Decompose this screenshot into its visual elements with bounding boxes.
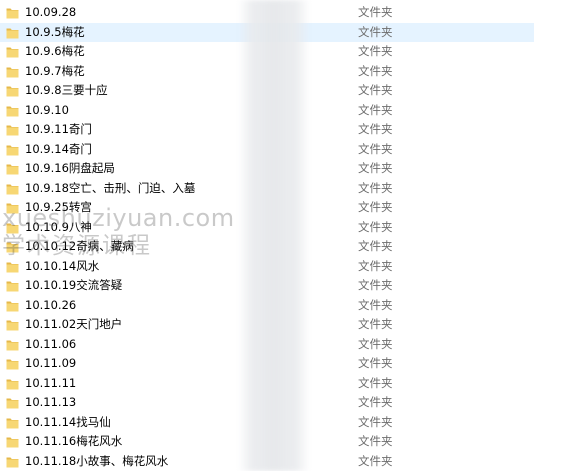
blurred-column-region <box>238 0 310 471</box>
folder-icon <box>6 125 19 136</box>
folder-name: 10.9.18空亡、击刑、门迫、入墓 <box>25 180 196 195</box>
folder-type: 文件夹 <box>358 297 393 312</box>
folder-type: 文件夹 <box>358 24 393 39</box>
folder-type: 文件夹 <box>358 219 393 234</box>
folder-name: 10.9.25转宫 <box>25 200 92 214</box>
folder-name: 10.10.12奇病、藏病 <box>25 239 134 253</box>
folder-name: 10.9.16阴盘起局 <box>25 161 115 175</box>
folder-icon <box>6 457 19 467</box>
folder-type: 文件夹 <box>358 395 393 409</box>
folder-name: 10.9.14奇门 <box>25 141 92 156</box>
folder-icon <box>6 281 19 292</box>
folder-type: 文件夹 <box>358 258 393 273</box>
folder-name: 10.9.11奇门 <box>25 122 92 136</box>
folder-name: 10.11.06 <box>25 336 77 351</box>
folder-icon <box>6 262 19 272</box>
folder-type: 文件夹 <box>358 122 393 136</box>
folder-type: 文件夹 <box>358 83 393 97</box>
folder-name: 10.11.14找马仙 <box>25 414 111 429</box>
folder-type: 文件夹 <box>358 141 393 156</box>
folder-name: 10.10.9八神 <box>25 219 92 234</box>
folder-icon <box>6 301 19 311</box>
folder-type: 文件夹 <box>358 375 393 390</box>
folder-type: 文件夹 <box>358 161 393 175</box>
folder-type: 文件夹 <box>358 356 393 370</box>
folder-icon <box>6 379 19 389</box>
folder-name: 10.11.13 <box>25 395 77 409</box>
folder-type: 文件夹 <box>358 44 393 58</box>
folder-type: 文件夹 <box>358 200 393 214</box>
folder-name: 10.11.09 <box>25 356 77 370</box>
folder-icon <box>6 86 19 97</box>
folder-type: 文件夹 <box>358 414 393 429</box>
folder-icon <box>6 340 19 350</box>
folder-type: 文件夹 <box>358 5 393 19</box>
folder-icon <box>6 223 19 233</box>
folder-icon <box>6 184 19 194</box>
folder-icon <box>6 418 19 428</box>
folder-icon <box>6 47 19 58</box>
folder-icon <box>6 164 19 175</box>
folder-type: 文件夹 <box>358 278 393 292</box>
folder-name: 10.10.14风水 <box>25 258 100 273</box>
folder-type: 文件夹 <box>358 317 393 331</box>
folder-name: 10.10.26 <box>25 297 77 312</box>
folder-name: 10.9.6梅花 <box>25 44 85 58</box>
folder-type: 文件夹 <box>358 434 393 448</box>
folder-icon <box>6 145 19 155</box>
folder-icon <box>6 203 19 214</box>
folder-icon <box>6 28 19 38</box>
folder-type: 文件夹 <box>358 63 393 78</box>
folder-type: 文件夹 <box>358 180 393 195</box>
folder-icon <box>6 320 19 331</box>
folder-name: 10.9.7梅花 <box>25 63 85 78</box>
folder-name: 10.11.02天门地户 <box>25 317 123 331</box>
folder-name: 10.11.18小故事、梅花风水 <box>25 453 169 468</box>
folder-icon <box>6 106 19 116</box>
folder-type: 文件夹 <box>358 239 393 253</box>
folder-icon <box>6 8 19 19</box>
folder-name: 10.9.10 <box>25 102 69 117</box>
folder-name: 10.11.16梅花风水 <box>25 434 123 448</box>
folder-icon <box>6 398 19 409</box>
folder-name: 10.10.19交流答疑 <box>25 278 123 292</box>
folder-name: 10.09.28 <box>25 5 77 19</box>
folder-type: 文件夹 <box>358 336 393 351</box>
folder-icon <box>6 242 19 253</box>
folder-name: 10.9.5梅花 <box>25 24 85 39</box>
folder-type: 文件夹 <box>358 102 393 117</box>
folder-icon <box>6 437 19 448</box>
folder-icon <box>6 67 19 77</box>
folder-icon <box>6 359 19 370</box>
folder-name: 10.9.8三要十应 <box>25 83 108 97</box>
folder-type: 文件夹 <box>358 453 393 468</box>
folder-name: 10.11.11 <box>25 375 77 390</box>
